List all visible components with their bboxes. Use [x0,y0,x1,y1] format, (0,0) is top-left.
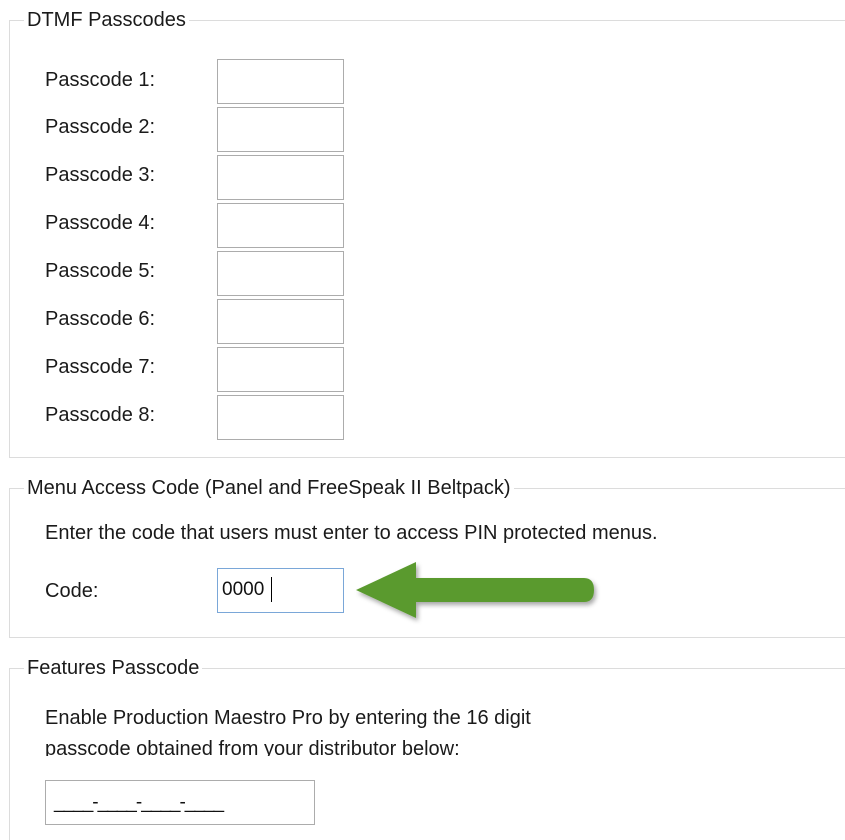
passcode-1-label: Passcode 1: [45,69,156,91]
menu-access-description: Enter the code that users must enter to … [45,522,658,544]
features-passcode-legend: Features Passcode [24,655,203,681]
features-description-line-2: passcode obtained from your distributor … [45,738,460,756]
passcode-7-input[interactable] [217,347,344,392]
code-value: 0000 [222,579,265,600]
arrow-left-icon [356,562,594,618]
features-description-line-1: Enable Production Maestro Pro by enterin… [45,707,531,729]
code-label: Code: [45,580,99,602]
passcode-5-input[interactable] [217,251,344,296]
code-input[interactable]: 0000 [217,568,344,613]
passcode-6-label: Passcode 6: [45,308,156,330]
passcode-1-input[interactable] [217,59,344,104]
passcode-2-input[interactable] [217,107,344,152]
menu-access-code-legend: Menu Access Code (Panel and FreeSpeak II… [24,475,514,501]
passcode-4-label: Passcode 4: [45,212,156,234]
passcode-6-input[interactable] [217,299,344,344]
features-passcode-input[interactable]: ____-____-____-____ [45,780,315,825]
passcode-2-label: Passcode 2: [45,116,156,138]
passcode-3-label: Passcode 3: [45,164,156,186]
passcode-7-label: Passcode 7: [45,356,156,378]
dtmf-passcodes-legend: DTMF Passcodes [24,7,189,33]
features-passcode-mask: ____-____-____-____ [54,792,224,813]
passcode-8-input[interactable] [217,395,344,440]
settings-panel: DTMF Passcodes Passcode 1: Passcode 2: P… [0,0,845,840]
text-caret [271,577,272,602]
passcode-4-input[interactable] [217,203,344,248]
passcode-5-label: Passcode 5: [45,260,156,282]
passcode-3-input[interactable] [217,155,344,200]
passcode-8-label: Passcode 8: [45,404,156,426]
